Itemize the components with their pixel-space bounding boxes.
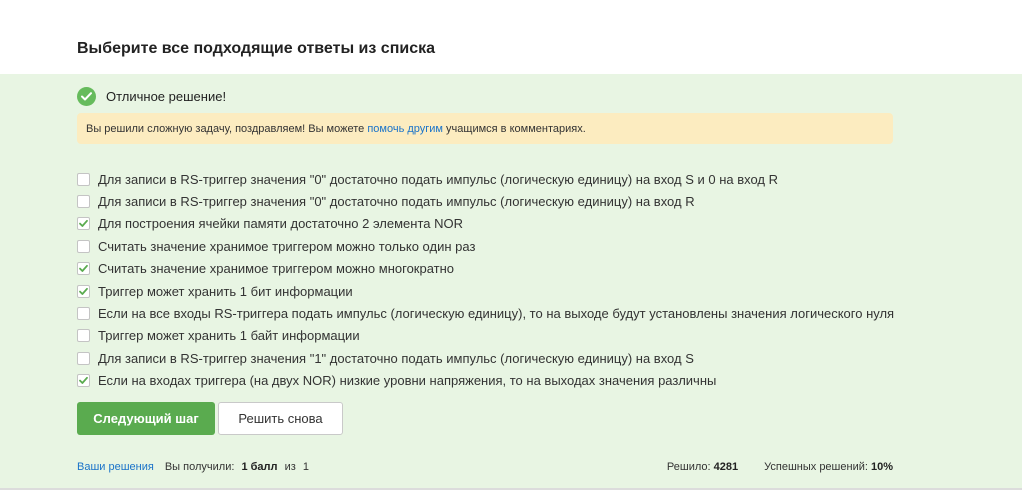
answer-option-label: Считать значение хранимое триггером можн… bbox=[98, 238, 476, 254]
answer-option-label: Считать значение хранимое триггером можн… bbox=[98, 261, 455, 277]
notice-text-end: учащимся в комментариях. bbox=[443, 122, 586, 135]
checkbox[interactable] bbox=[77, 307, 90, 321]
answer-option-label: Для записи в RS-триггер значения "0" дос… bbox=[98, 171, 779, 187]
checkbox-checked[interactable] bbox=[77, 374, 90, 388]
solved-label: Решило: bbox=[666, 461, 714, 473]
check-circle-icon bbox=[77, 86, 96, 106]
answer-option-label: Триггер может хранить 1 бит информации bbox=[98, 283, 353, 299]
received-label: Вы получили: bbox=[164, 461, 238, 473]
checkbox-checked[interactable] bbox=[77, 217, 90, 231]
next-step-button[interactable]: Следующий шаг bbox=[77, 402, 215, 435]
checkbox[interactable] bbox=[77, 172, 90, 186]
answer-option-label: Триггер может хранить 1 байт информации bbox=[98, 328, 360, 344]
checkbox[interactable] bbox=[77, 195, 90, 209]
answer-option-label: Для построения ячейки памяти достаточно … bbox=[98, 216, 463, 232]
question-title: Выберите все подходящие ответы из списка bbox=[77, 40, 435, 57]
received-mid: из bbox=[281, 461, 299, 473]
answer-option[interactable]: Для записи в RS-триггер значения "0" дос… bbox=[77, 168, 894, 190]
received-value: 1 балл bbox=[241, 461, 278, 473]
status-text: Отличное решение! bbox=[106, 88, 227, 104]
answer-option[interactable]: Для построения ячейки памяти достаточно … bbox=[77, 213, 894, 235]
answer-option-label: Для записи в RS-триггер значения "1" дос… bbox=[98, 350, 694, 366]
checkbox[interactable] bbox=[77, 329, 90, 343]
success-rate: 10% bbox=[870, 461, 893, 473]
answer-options: Для записи в RS-триггер значения "0" дос… bbox=[77, 168, 894, 392]
notice-text: Вы решили сложную задачу, поздравляем! В… bbox=[86, 122, 368, 135]
answer-option[interactable]: Триггер может хранить 1 бит информации bbox=[77, 280, 894, 302]
checkbox-checked[interactable] bbox=[77, 262, 90, 276]
answer-option-label: Если на входах триггера (на двух NOR) ни… bbox=[98, 373, 717, 389]
your-solutions-link[interactable]: Ваши решения bbox=[77, 461, 154, 473]
answer-option-label: Если на все входы RS-триггера подать имп… bbox=[98, 306, 895, 322]
checkbox-checked[interactable] bbox=[77, 284, 90, 298]
retry-button[interactable]: Решить снова bbox=[218, 402, 343, 435]
checkbox[interactable] bbox=[77, 239, 90, 253]
divider bbox=[0, 488, 1022, 490]
congrats-notice: Вы решили сложную задачу, поздравляем! В… bbox=[77, 113, 893, 144]
answer-option[interactable]: Считать значение хранимое триггером можн… bbox=[77, 258, 894, 280]
answer-option[interactable]: Для записи в RS-триггер значения "0" дос… bbox=[77, 190, 894, 212]
answer-option[interactable]: Считать значение хранимое триггером можн… bbox=[77, 235, 894, 257]
success-label: Успешных решений: bbox=[764, 461, 871, 473]
answer-option[interactable]: Для записи в RS-триггер значения "1" дос… bbox=[77, 347, 894, 369]
answer-option[interactable]: Триггер может хранить 1 байт информации bbox=[77, 325, 894, 347]
footer-left: Ваши решения Вы получили: 1 балл из 1 bbox=[77, 461, 309, 473]
answer-option-label: Для записи в RS-триггер значения "0" дос… bbox=[98, 194, 695, 210]
help-others-link[interactable]: помочь другим bbox=[367, 123, 443, 135]
solved-count: 4281 bbox=[713, 461, 739, 473]
footer-stats: Решило: 4281 Успешных решений: 10% bbox=[667, 461, 893, 473]
answer-option[interactable]: Если на все входы RS-триггера подать имп… bbox=[77, 302, 894, 324]
received-total: 1 bbox=[302, 461, 309, 473]
status-message: Отличное решение! bbox=[77, 86, 226, 106]
checkbox[interactable] bbox=[77, 351, 90, 365]
answer-option[interactable]: Если на входах триггера (на двух NOR) ни… bbox=[77, 370, 894, 392]
